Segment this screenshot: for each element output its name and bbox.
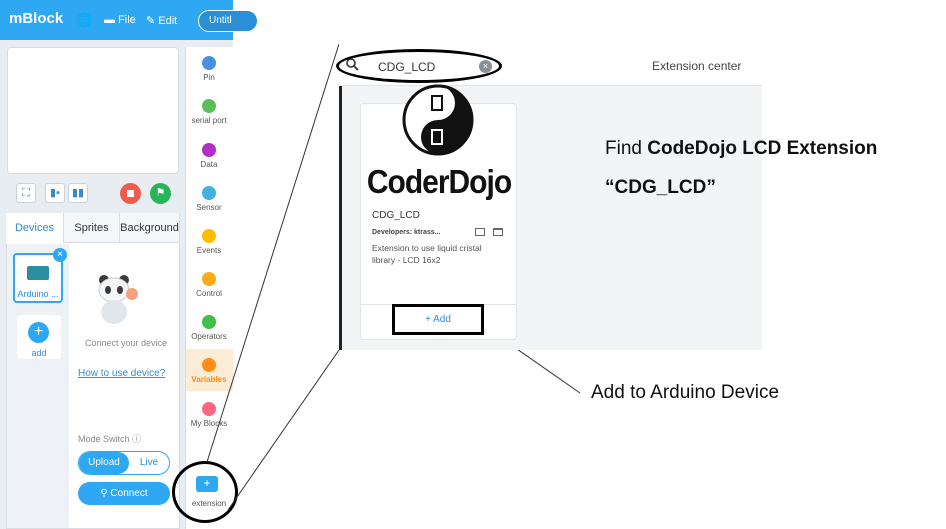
coderdojo-logo-text: CoderDojo xyxy=(366,164,512,201)
coderdojo-yinyang-logo xyxy=(402,84,474,156)
add-highlight-box xyxy=(392,304,484,335)
find-extension-name: CodeDojo LCD Extension xyxy=(647,138,878,159)
find-prefix: Find xyxy=(605,138,648,159)
extension-developers: Developers: ktrass... xyxy=(372,229,441,236)
extension-name: CDG_LCD xyxy=(372,210,420,221)
extension-center-title: Extension center xyxy=(652,59,742,73)
find-quote-annotation: “CDG_LCD” xyxy=(605,177,716,198)
window-icon xyxy=(493,228,503,236)
extension-description: Extension to use liquid cristal library … xyxy=(372,243,482,265)
add-annotation: Add to Arduino Device xyxy=(591,382,780,403)
search-highlight-oval xyxy=(336,49,502,83)
find-annotation: Find CodeDojo LCD Extension xyxy=(605,138,877,160)
monitor-icon xyxy=(475,228,485,236)
